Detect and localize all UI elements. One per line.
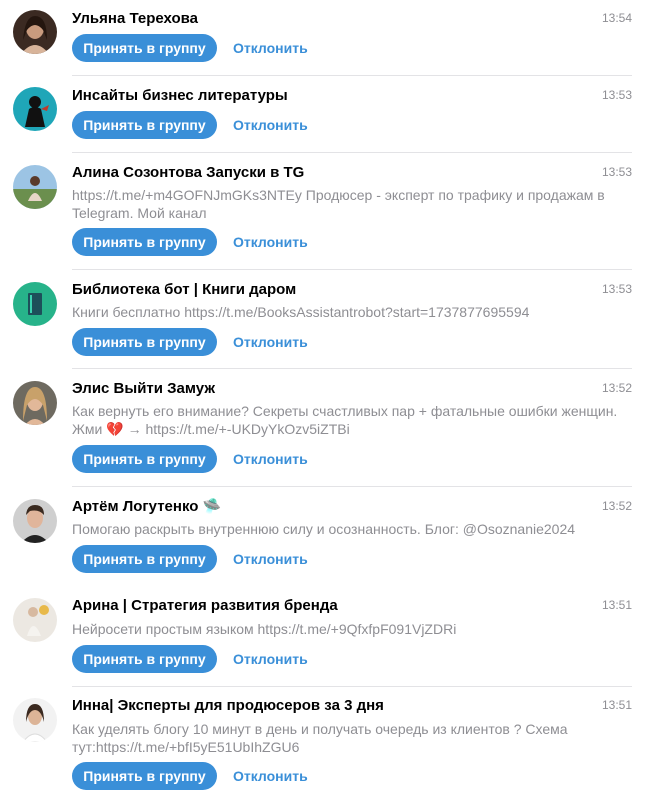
join-request-item: Инна| Эксперты для продюсеров за 3 дня 1… [0, 687, 646, 800]
user-photo-icon [13, 10, 57, 54]
requester-name: Ульяна Терехова [72, 10, 199, 27]
accept-button[interactable]: Принять в группу [72, 228, 217, 256]
requester-bio: Как вернуть его внимание? Секреты счастл… [72, 402, 632, 438]
book-icon [13, 282, 57, 326]
decline-button[interactable]: Отклонить [233, 445, 308, 473]
accept-button[interactable]: Принять в группу [72, 34, 217, 62]
accept-button[interactable]: Принять в группу [72, 445, 217, 473]
user-photo-icon [13, 381, 57, 425]
requester-name: Арина | Стратегия развития бренда [72, 597, 338, 614]
avatar[interactable] [13, 87, 57, 131]
requester-bio: Нейросети простым языком https://t.me/+9… [72, 621, 457, 637]
decline-button[interactable]: Отклонить [233, 762, 308, 790]
request-time: 13:53 [601, 165, 632, 179]
avatar[interactable] [13, 282, 57, 326]
avatar[interactable] [13, 499, 57, 543]
decline-button[interactable]: Отклонить [233, 228, 308, 256]
join-request-item: Арина | Стратегия развития бренда 13:51 … [0, 587, 646, 687]
user-photo-icon [13, 698, 57, 742]
broken-heart-icon: 💔 [106, 421, 124, 437]
requester-name: Элис Выйти Замуж [72, 380, 215, 397]
requester-name: Инсайты бизнес литературы [72, 87, 288, 104]
decline-button[interactable]: Отклонить [233, 34, 308, 62]
request-time: 13:51 [601, 698, 632, 712]
user-photo-icon [13, 598, 57, 642]
decline-button[interactable]: Отклонить [233, 111, 308, 139]
requester-name: Библиотека бот | Книги даром [72, 281, 297, 298]
accept-button[interactable]: Принять в группу [72, 111, 217, 139]
join-request-item: Инсайты бизнес литературы 13:53 Принять … [0, 76, 646, 153]
channel-photo-icon [13, 87, 57, 131]
join-request-item: Артём Логутенко 🛸 13:52 Помогаю раскрыть… [0, 487, 646, 586]
request-time: 13:54 [601, 11, 632, 25]
decline-button[interactable]: Отклонить [233, 328, 308, 356]
bio-link[interactable]: → https://t.me/+-UKDyYkOzv5iZTBi [128, 421, 350, 437]
join-request-item: Алина Созонтова Запуски в TG 13:53 https… [0, 153, 646, 270]
accept-button[interactable]: Принять в группу [72, 762, 217, 790]
requester-name: Алина Созонтова Запуски в TG [72, 164, 305, 181]
request-time: 13:53 [601, 88, 632, 102]
accept-button[interactable]: Принять в группу [72, 545, 217, 573]
avatar[interactable] [13, 10, 57, 54]
user-photo-icon [13, 165, 57, 209]
requester-name: Инна| Эксперты для продюсеров за 3 дня [72, 697, 384, 714]
request-time: 13:53 [601, 282, 632, 296]
avatar[interactable] [13, 598, 57, 642]
requester-bio: https://t.me/+m4GOFNJmGKs3NTEy Продюсер … [72, 187, 605, 221]
requester-bio: Помогаю раскрыть внутреннюю силу и осозн… [72, 521, 576, 537]
avatar[interactable] [13, 381, 57, 425]
request-time: 13:51 [601, 598, 632, 612]
decline-button[interactable]: Отклонить [233, 545, 308, 573]
requester-bio: Книги бесплатно https://t.me/BooksAssist… [72, 304, 530, 320]
requester-bio: Как уделять блогу 10 минут в день и полу… [72, 721, 568, 755]
requester-name: Артём Логутенко 🛸 [72, 498, 222, 515]
join-request-item: Библиотека бот | Книги даром 13:53 Книги… [0, 270, 646, 369]
avatar[interactable] [13, 698, 57, 742]
accept-button[interactable]: Принять в группу [72, 645, 217, 673]
user-photo-icon [13, 499, 57, 543]
avatar[interactable] [13, 165, 57, 209]
accept-button[interactable]: Принять в группу [72, 328, 217, 356]
request-time: 13:52 [601, 499, 632, 513]
join-request-item: Элис Выйти Замуж 13:52 Как вернуть его в… [0, 369, 646, 487]
request-time: 13:52 [601, 381, 632, 395]
join-request-item: Ульяна Терехова 13:54 Принять в группу О… [0, 0, 646, 76]
decline-button[interactable]: Отклонить [233, 645, 308, 673]
